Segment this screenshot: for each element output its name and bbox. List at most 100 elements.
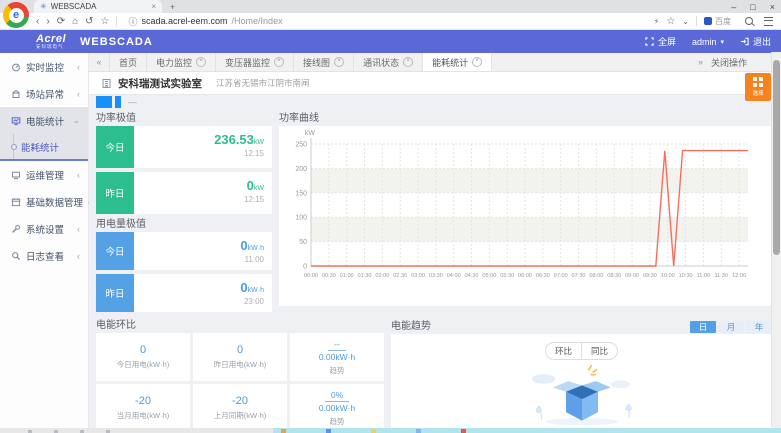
energy-trend-title: 电能趋势 — [391, 319, 431, 334]
period-year-button[interactable]: 年 — [746, 321, 772, 333]
flash-icon[interactable]: ⚡ — [654, 17, 660, 26]
wrench-icon — [11, 224, 21, 234]
svg-text:12:00: 12:00 — [732, 273, 746, 279]
url-domain: scada.acrel-eem.com — [142, 16, 228, 26]
close-tab-icon[interactable]: × — [403, 57, 413, 67]
chevron-icon: ‹ — [77, 224, 80, 234]
forward-icon[interactable]: › — [46, 16, 49, 27]
energy-trend-section: 电能趋势 日 月 年 环比 同比 — [391, 319, 772, 428]
back-icon[interactable]: ‹ — [36, 16, 39, 27]
history-icon[interactable]: ↺ — [85, 16, 93, 27]
mom-card-month-trend: 0% 0.00kW·h 趋势 — [290, 384, 384, 428]
power-peak-today-card: 今日 236.53kW 12:15 — [96, 126, 272, 168]
energy-mom-title: 电能环比 — [96, 319, 384, 333]
quick-select-button[interactable]: 选择 — [745, 73, 771, 101]
legend-swatch-icon[interactable] — [96, 96, 112, 108]
svg-text:06:00: 06:00 — [518, 273, 532, 279]
energy-value: 0kW·h — [134, 238, 264, 253]
svg-text:07:30: 07:30 — [572, 273, 586, 279]
station-name: 安科瑞测试实验室 — [118, 76, 202, 91]
sidebar-item-operations[interactable]: 运维管理 ‹ — [0, 161, 88, 188]
windows-taskbar[interactable] — [0, 428, 781, 433]
tab-home[interactable]: 首页 — [110, 53, 147, 71]
minimize-button[interactable]: – — [731, 2, 736, 12]
period-month-button[interactable]: 月 — [718, 321, 744, 333]
taskbar-right — [273, 428, 781, 433]
divider — [116, 16, 117, 26]
close-tab-icon[interactable]: × — [274, 57, 284, 67]
tab-energy-statistics[interactable]: 能耗统计× — [423, 53, 492, 71]
sidebar-item-realtime-monitor[interactable]: 实时监控 ‹ — [0, 53, 88, 80]
bookmark-baidu[interactable]: 百度 — [704, 16, 731, 27]
station-icon — [11, 89, 21, 99]
sidebar: 实时监控 ‹ 场站异常 ‹ 电能统计 ⌄ 能耗统计 — [0, 53, 89, 428]
sidebar-item-logs[interactable]: 日志查看 ‹ — [0, 242, 88, 269]
tab-close-icon[interactable]: × — [151, 2, 156, 11]
scrollbar-thumb[interactable] — [773, 60, 780, 255]
new-tab-button[interactable]: + — [170, 2, 175, 12]
caret-down-icon[interactable]: ⌄ — [682, 17, 689, 26]
window-controls: – □ × — [731, 0, 775, 13]
mom-card-day-trend: -- 0.00kW·h 趋势 — [290, 333, 384, 381]
power-value: 0kW — [134, 178, 264, 193]
svg-text:04:00: 04:00 — [447, 273, 461, 279]
fullscreen-icon — [645, 37, 654, 46]
scroll-tabs-left-icon[interactable]: « — [89, 53, 110, 71]
power-curve-title: 功率曲线 — [279, 111, 772, 126]
maximize-button[interactable]: □ — [750, 2, 755, 12]
logout-button[interactable]: 退出 — [740, 35, 771, 48]
bookmark-star-icon[interactable]: ☆ — [101, 16, 110, 27]
refresh-icon[interactable]: ⟳ — [57, 16, 65, 27]
chevron-icon: ‹ — [77, 170, 80, 180]
close-operations-menu[interactable]: 关闭操作 — [711, 56, 747, 69]
power-curve-card: 05010015020025000:0000:3001:0001:3002:00… — [279, 126, 772, 306]
energy-peak-today-card: 今日 0kW·h 11:00 — [96, 232, 272, 270]
sidebar-item-station-abnormal[interactable]: 场站异常 ‹ — [0, 80, 88, 107]
legend-swatch-icon[interactable] — [115, 96, 121, 108]
svg-text:50: 50 — [299, 239, 307, 246]
tab-transformer-monitor[interactable]: 变压器监控× — [216, 53, 294, 71]
power-time: 12:15 — [134, 149, 264, 158]
power-time: 12:15 — [134, 195, 264, 204]
sidebar-item-system-settings[interactable]: 系统设置 ‹ — [0, 215, 88, 242]
page-scrollbar[interactable] — [771, 52, 781, 427]
monitor-chart-icon — [11, 116, 21, 126]
close-window-button[interactable]: × — [770, 2, 775, 12]
toggle-mom[interactable]: 环比 — [546, 343, 581, 359]
close-tab-icon[interactable]: × — [472, 57, 482, 67]
favorite-star-icon[interactable]: ☆ — [666, 16, 675, 27]
menu-icon[interactable] — [764, 17, 773, 26]
site-info-icon[interactable]: ⓘ — [128, 15, 137, 28]
period-day-button[interactable]: 日 — [690, 321, 716, 333]
sidebar-subitem-energy-consumption[interactable]: 能耗统计 — [0, 134, 88, 159]
calendar-icon — [11, 197, 21, 207]
sidebar-item-base-data[interactable]: 基础数据管理 ‹ — [0, 188, 88, 215]
svg-text:08:00: 08:00 — [589, 273, 603, 279]
power-value: 236.53kW — [134, 132, 264, 147]
mom-card-this-month: -20 当月用电(kW·h) — [96, 384, 190, 428]
station-header: 安科瑞测试实验室 江苏省无锡市江阴市南闸 — [89, 72, 781, 95]
svg-text:07:00: 07:00 — [554, 273, 568, 279]
svg-text:09:00: 09:00 — [625, 273, 639, 279]
log-search-icon — [11, 251, 21, 261]
page-tab-bar: « 首页 电力监控× 变压器监控× 接线图× 通讯状态× 能耗统计× » 关闭操… — [89, 53, 781, 72]
fullscreen-button[interactable]: 全屏 — [645, 35, 676, 48]
tab-comm-status[interactable]: 通讯状态× — [354, 53, 423, 71]
sidebar-item-energy-statistics[interactable]: 电能统计 ⌄ — [0, 107, 88, 134]
home-icon[interactable]: ⌂ — [72, 16, 78, 27]
yesterday-tag: 昨日 — [96, 274, 134, 312]
search-icon[interactable] — [745, 17, 753, 25]
close-tab-icon[interactable]: × — [196, 57, 206, 67]
scroll-tabs-right-icon[interactable]: » — [698, 57, 703, 67]
address-bar[interactable]: ⓘ scada.acrel-eem.com /Home/Index — [128, 15, 646, 28]
user-caret-icon: ▾ — [720, 38, 724, 46]
close-tab-icon[interactable]: × — [334, 57, 344, 67]
toggle-yoy[interactable]: 同比 — [581, 343, 617, 359]
username: admin — [692, 37, 717, 47]
tab-wiring-diagram[interactable]: 接线图× — [294, 53, 354, 71]
browser-tab[interactable]: ✳ WEBSCADA × — [34, 0, 162, 13]
power-curve-chart[interactable]: 05010015020025000:0000:3001:0001:3002:00… — [283, 128, 754, 292]
tab-power-monitor[interactable]: 电力监控× — [147, 53, 216, 71]
energy-mom-grid: 0 今日用电(kW·h) 0 昨日用电(kW·h) -- 0.00kW·h 趋势 — [96, 333, 384, 428]
user-menu[interactable]: admin ▾ — [692, 37, 724, 47]
